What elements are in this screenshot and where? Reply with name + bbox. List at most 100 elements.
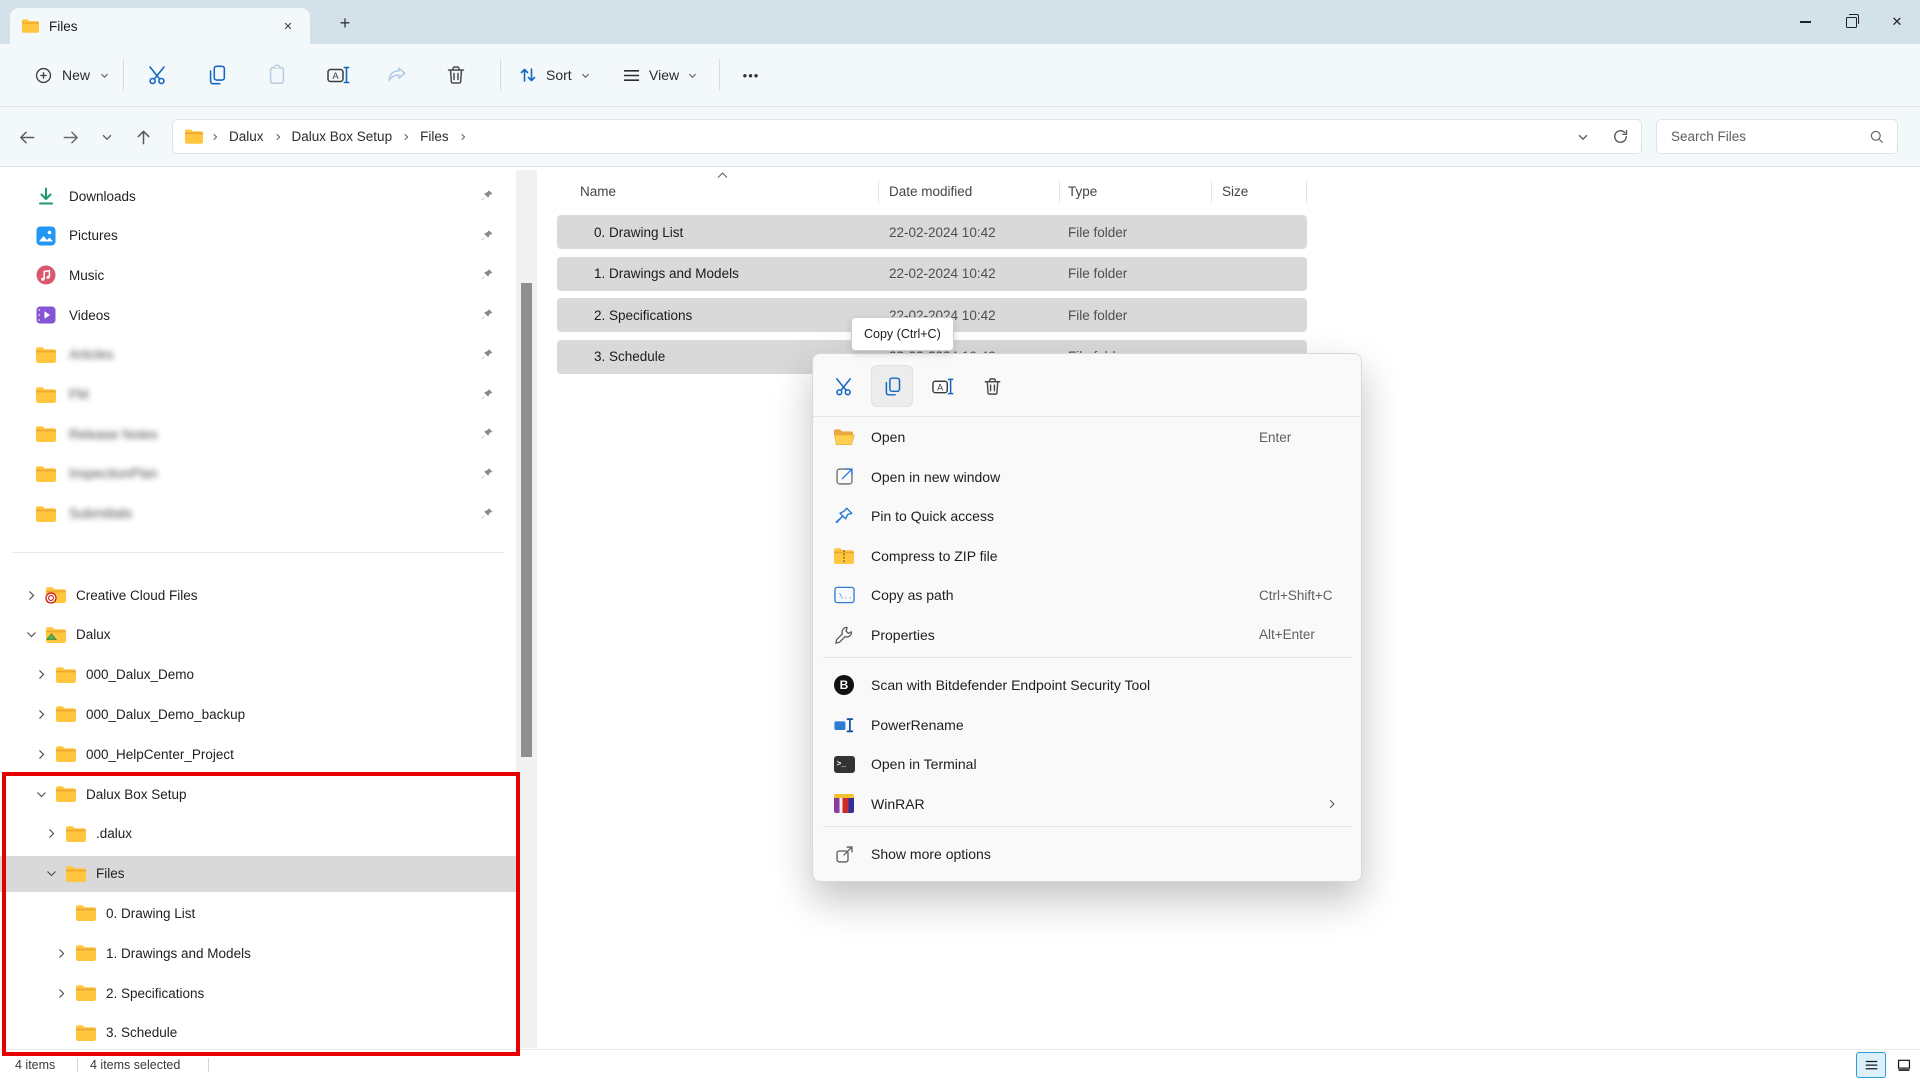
tree-item-label: 000_HelpCenter_Project — [86, 747, 234, 762]
tree-expander-icon[interactable] — [22, 627, 40, 643]
back-button[interactable] — [10, 120, 44, 154]
details-view-button[interactable] — [1856, 1052, 1886, 1078]
menu-item-shortcut: Alt+Enter — [1259, 627, 1315, 642]
file-name: 1. Drawings and Models — [594, 266, 739, 281]
search-input[interactable] — [1669, 128, 1869, 145]
sidebar-tree-item[interactable]: .dalux — [0, 816, 516, 852]
file-row[interactable]: 0. Drawing List 22-02-2024 10:42 File fo… — [557, 215, 1307, 249]
menu-item-show-more-options[interactable]: Show more options — [818, 835, 1356, 873]
menu-rename-button[interactable]: A — [921, 365, 963, 407]
column-divider[interactable] — [1306, 181, 1307, 203]
tree-expander-icon[interactable] — [32, 667, 50, 683]
sidebar-pinned-item[interactable]: Videos — [8, 297, 508, 333]
tree-expander-icon[interactable] — [52, 985, 70, 1001]
minimize-icon — [1800, 21, 1811, 22]
copy-button[interactable] — [198, 56, 236, 94]
sidebar-tree-item[interactable]: Dalux Box Setup — [0, 776, 516, 812]
view-button[interactable]: View — [612, 56, 708, 94]
menu-item-copy-as-path[interactable]: \.. Copy as path Ctrl+Shift+C — [818, 576, 1356, 614]
column-divider[interactable] — [1211, 181, 1212, 203]
tree-expander-icon[interactable] — [42, 826, 60, 842]
menu-item-open[interactable]: Open Enter — [818, 418, 1356, 456]
tree-expander-icon[interactable] — [32, 706, 50, 722]
delete-button[interactable] — [437, 56, 475, 94]
sort-button[interactable]: Sort — [508, 56, 601, 94]
breadcrumb-dalux-box-setup[interactable]: Dalux Box Setup — [290, 129, 395, 144]
sidebar-tree-item[interactable]: 000_HelpCenter_Project — [0, 736, 516, 772]
status-bar: 4 items 4 items selected — [0, 1049, 1920, 1080]
folder-icon — [76, 984, 96, 1002]
menu-copy-button[interactable] — [871, 365, 913, 407]
sidebar-tree-item[interactable]: 000_Dalux_Demo — [0, 657, 516, 693]
new-button[interactable]: New — [22, 56, 122, 94]
cut-button[interactable] — [139, 56, 177, 94]
menu-item-label: Compress to ZIP file — [871, 548, 998, 564]
breadcrumb-dalux[interactable]: Dalux — [227, 129, 266, 144]
new-tab-button[interactable]: + — [332, 10, 358, 36]
sidebar-scrollbar-thumb[interactable] — [521, 283, 532, 757]
explorer-tab[interactable]: Files ✕ — [10, 8, 310, 44]
more-options-button[interactable]: ••• — [731, 56, 771, 94]
tree-expander-icon[interactable] — [52, 945, 70, 961]
menu-item-scan-with-bitdefender-endpoint-security-tool[interactable]: B Scan with Bitdefender Endpoint Securit… — [818, 666, 1356, 704]
breadcrumb-files[interactable]: Files — [418, 129, 451, 144]
minimize-button[interactable] — [1782, 0, 1828, 44]
column-header-type[interactable]: Type — [1068, 176, 1097, 206]
tree-expander-icon[interactable] — [52, 1025, 70, 1041]
recent-locations-button[interactable] — [90, 120, 124, 154]
paste-button[interactable] — [258, 56, 296, 94]
folder-icon — [56, 705, 76, 723]
sidebar-tree-item[interactable]: Dalux — [0, 617, 516, 653]
menu-item-open-in-new-window[interactable]: Open in new window — [818, 458, 1356, 496]
sidebar-pinned-item[interactable]: InspectionPlan — [8, 456, 508, 492]
menu-item-properties[interactable]: Properties Alt+Enter — [818, 616, 1356, 654]
tree-expander-icon[interactable] — [42, 866, 60, 882]
context-menu: A Open Enter Open in new window Pin to Q… — [812, 353, 1362, 882]
menu-item-open-in-terminal[interactable]: >_ Open in Terminal — [818, 745, 1356, 783]
sidebar-pinned-item[interactable]: FM — [8, 377, 508, 413]
sidebar-tree-item[interactable]: Files — [0, 856, 516, 892]
restore-button[interactable] — [1828, 0, 1874, 44]
column-divider[interactable] — [1059, 181, 1060, 203]
menu-item-winrar[interactable]: WinRAR — [818, 785, 1356, 823]
column-divider[interactable] — [878, 181, 879, 203]
tree-expander-icon[interactable] — [52, 905, 70, 921]
menu-delete-button[interactable] — [971, 365, 1013, 407]
menu-item-pin-to-quick-access[interactable]: Pin to Quick access — [818, 497, 1356, 535]
close-button[interactable]: ✕ — [1874, 0, 1920, 44]
column-header-size[interactable]: Size — [1222, 176, 1248, 206]
share-button[interactable] — [378, 56, 416, 94]
list-view-icon — [622, 67, 641, 84]
sidebar-pinned-item[interactable]: Release Notes — [8, 416, 508, 452]
address-bar[interactable]: Dalux Dalux Box Setup Files — [172, 119, 1642, 154]
sort-button-label: Sort — [546, 67, 572, 83]
tree-expander-icon[interactable] — [32, 786, 50, 802]
menu-item-powerrename[interactable]: PowerRename — [818, 706, 1356, 744]
sidebar-tree-item[interactable]: 1. Drawings and Models — [0, 935, 516, 971]
sidebar-pinned-item[interactable]: Downloads — [8, 178, 508, 214]
rename-button[interactable]: A — [319, 56, 357, 94]
address-dropdown-button[interactable] — [1576, 130, 1590, 144]
sidebar-pinned-item[interactable]: Pictures — [8, 218, 508, 254]
sidebar-pinned-item[interactable]: Music — [8, 257, 508, 293]
sidebar-tree-item[interactable]: Creative Cloud Files — [0, 577, 516, 613]
sidebar-tree-item[interactable]: 000_Dalux_Demo_backup — [0, 696, 516, 732]
file-row[interactable]: 1. Drawings and Models 22-02-2024 10:42 … — [557, 257, 1307, 291]
sidebar-tree-item[interactable]: 0. Drawing List — [0, 895, 516, 931]
folder-icon — [564, 348, 584, 366]
sidebar-pinned-item[interactable]: Submittals — [8, 496, 508, 532]
up-button[interactable] — [126, 120, 160, 154]
tree-expander-icon[interactable] — [22, 587, 40, 603]
tree-expander-icon[interactable] — [32, 746, 50, 762]
menu-item-compress-to-zip-file[interactable]: Compress to ZIP file — [818, 537, 1356, 575]
sidebar-tree-item[interactable]: 2. Specifications — [0, 975, 516, 1011]
sidebar-tree-item[interactable]: 3. Schedule — [0, 1015, 516, 1051]
sidebar-pinned-item[interactable]: Articles — [8, 337, 508, 373]
tab-close-icon[interactable]: ✕ — [278, 16, 298, 36]
large-icons-view-button[interactable] — [1889, 1052, 1919, 1078]
menu-cut-button[interactable] — [823, 365, 865, 407]
refresh-button[interactable] — [1612, 128, 1629, 145]
column-header-date-modified[interactable]: Date modified — [889, 176, 972, 206]
column-header-name[interactable]: Name — [580, 176, 616, 206]
forward-button[interactable] — [53, 120, 87, 154]
